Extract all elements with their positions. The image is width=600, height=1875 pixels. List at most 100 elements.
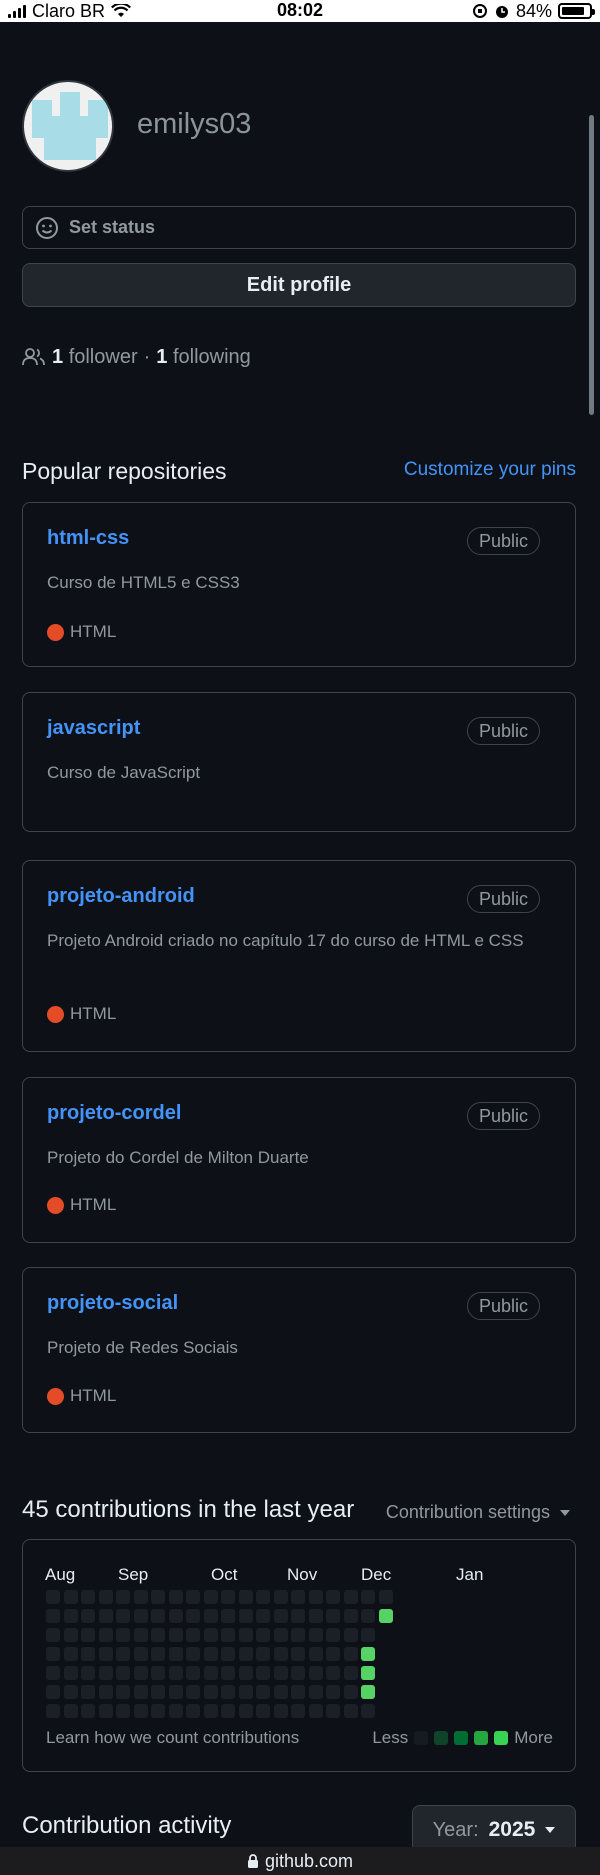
contribution-cell[interactable] — [133, 1609, 148, 1623]
contribution-cell[interactable] — [116, 1590, 130, 1604]
learn-contributions-link[interactable]: Learn how we count contributions — [46, 1728, 299, 1748]
contribution-cell[interactable] — [186, 1647, 200, 1661]
contribution-cell[interactable] — [238, 1685, 253, 1699]
avatar[interactable] — [22, 80, 114, 172]
repo-name-link[interactable]: projeto-android — [47, 885, 195, 908]
contribution-cell[interactable] — [361, 1609, 375, 1623]
contribution-cell[interactable] — [343, 1685, 358, 1699]
contribution-cell[interactable] — [81, 1628, 95, 1642]
contribution-cell[interactable] — [308, 1609, 323, 1623]
contribution-cell[interactable] — [221, 1628, 235, 1642]
contribution-cell[interactable] — [81, 1609, 95, 1623]
contribution-cell[interactable] — [81, 1666, 95, 1680]
contribution-cell[interactable] — [308, 1590, 323, 1604]
contribution-cell[interactable] — [63, 1590, 78, 1604]
contribution-cell[interactable] — [46, 1666, 60, 1680]
contribution-cell[interactable] — [221, 1590, 235, 1604]
contribution-cell[interactable] — [186, 1666, 200, 1680]
contribution-cell[interactable] — [133, 1590, 148, 1604]
contribution-cell[interactable] — [326, 1628, 340, 1642]
customize-pins-link[interactable]: Customize your pins — [404, 459, 576, 481]
repo-name-link[interactable]: javascript — [47, 717, 140, 740]
contribution-cell[interactable] — [326, 1704, 340, 1718]
contribution-cell[interactable] — [221, 1666, 235, 1680]
contribution-cell[interactable] — [361, 1628, 375, 1642]
contribution-cell[interactable] — [46, 1685, 60, 1699]
contribution-cell[interactable] — [186, 1590, 200, 1604]
contribution-cell[interactable] — [238, 1590, 253, 1604]
contribution-cell[interactable] — [361, 1704, 375, 1718]
contribution-cell[interactable] — [98, 1685, 113, 1699]
contribution-cell[interactable] — [291, 1590, 305, 1604]
contribution-cell[interactable] — [343, 1666, 358, 1680]
contribution-cell[interactable] — [81, 1704, 95, 1718]
repo-name-link[interactable]: html-css — [47, 527, 129, 550]
contribution-cell[interactable] — [63, 1704, 78, 1718]
contribution-cell[interactable] — [291, 1647, 305, 1661]
contribution-cell[interactable] — [308, 1666, 323, 1680]
contribution-cell[interactable] — [256, 1685, 270, 1699]
contribution-cell[interactable] — [291, 1704, 305, 1718]
contribution-cell[interactable] — [116, 1685, 130, 1699]
contribution-cell[interactable] — [63, 1647, 78, 1661]
contribution-cell[interactable] — [98, 1647, 113, 1661]
contribution-cell[interactable] — [308, 1647, 323, 1661]
edit-profile-button[interactable]: Edit profile — [22, 263, 576, 307]
contribution-cell[interactable] — [63, 1628, 78, 1642]
page-scrollbar[interactable] — [589, 115, 594, 415]
contribution-cell[interactable] — [238, 1609, 253, 1623]
contribution-cell[interactable] — [221, 1685, 235, 1699]
browser-url-bar[interactable]: github.com — [0, 1847, 600, 1875]
contribution-cell[interactable] — [168, 1609, 183, 1623]
contribution-cell[interactable] — [46, 1590, 60, 1604]
contribution-cell[interactable] — [308, 1685, 323, 1699]
contribution-settings-dropdown[interactable]: Contribution settings — [386, 1502, 570, 1523]
contribution-cell[interactable] — [133, 1647, 148, 1661]
contribution-cell[interactable] — [221, 1647, 235, 1661]
contribution-cell[interactable] — [238, 1628, 253, 1642]
contribution-cell[interactable] — [151, 1704, 165, 1718]
contribution-cell[interactable] — [343, 1647, 358, 1661]
contribution-cell[interactable] — [151, 1666, 165, 1680]
contribution-cell[interactable] — [291, 1666, 305, 1680]
contribution-cell[interactable] — [168, 1628, 183, 1642]
contribution-cell[interactable] — [151, 1590, 165, 1604]
contribution-cell[interactable] — [63, 1609, 78, 1623]
contribution-cell[interactable] — [343, 1704, 358, 1718]
contribution-cell[interactable] — [168, 1685, 183, 1699]
contribution-cell[interactable] — [256, 1666, 270, 1680]
contribution-cell[interactable] — [168, 1590, 183, 1604]
contribution-cell[interactable] — [203, 1628, 218, 1642]
contribution-cell[interactable] — [378, 1609, 393, 1623]
followers-link[interactable]: 1 follower — [52, 346, 138, 369]
contribution-cell[interactable] — [378, 1590, 393, 1604]
contribution-cell[interactable] — [116, 1628, 130, 1642]
contribution-cell[interactable] — [256, 1609, 270, 1623]
contribution-cell[interactable] — [116, 1647, 130, 1661]
contribution-cell[interactable] — [256, 1647, 270, 1661]
contribution-cell[interactable] — [186, 1685, 200, 1699]
contribution-cell[interactable] — [203, 1685, 218, 1699]
contribution-cell[interactable] — [361, 1590, 375, 1604]
contribution-cell[interactable] — [308, 1628, 323, 1642]
contribution-cell[interactable] — [46, 1609, 60, 1623]
contribution-cell[interactable] — [326, 1609, 340, 1623]
contribution-cell[interactable] — [168, 1647, 183, 1661]
contribution-cell[interactable] — [203, 1666, 218, 1680]
contribution-cell[interactable] — [151, 1647, 165, 1661]
contribution-cell[interactable] — [168, 1666, 183, 1680]
contribution-cell[interactable] — [81, 1647, 95, 1661]
contribution-cell[interactable] — [291, 1685, 305, 1699]
contribution-cell[interactable] — [326, 1685, 340, 1699]
contribution-cell[interactable] — [238, 1704, 253, 1718]
contribution-cell[interactable] — [273, 1647, 288, 1661]
contribution-cell[interactable] — [133, 1685, 148, 1699]
contribution-cell[interactable] — [256, 1590, 270, 1604]
contribution-cell[interactable] — [361, 1666, 375, 1680]
contribution-cell[interactable] — [343, 1628, 358, 1642]
contribution-cell[interactable] — [203, 1704, 218, 1718]
contribution-cell[interactable] — [186, 1609, 200, 1623]
contribution-cell[interactable] — [273, 1704, 288, 1718]
contribution-cell[interactable] — [273, 1590, 288, 1604]
contribution-cell[interactable] — [46, 1628, 60, 1642]
